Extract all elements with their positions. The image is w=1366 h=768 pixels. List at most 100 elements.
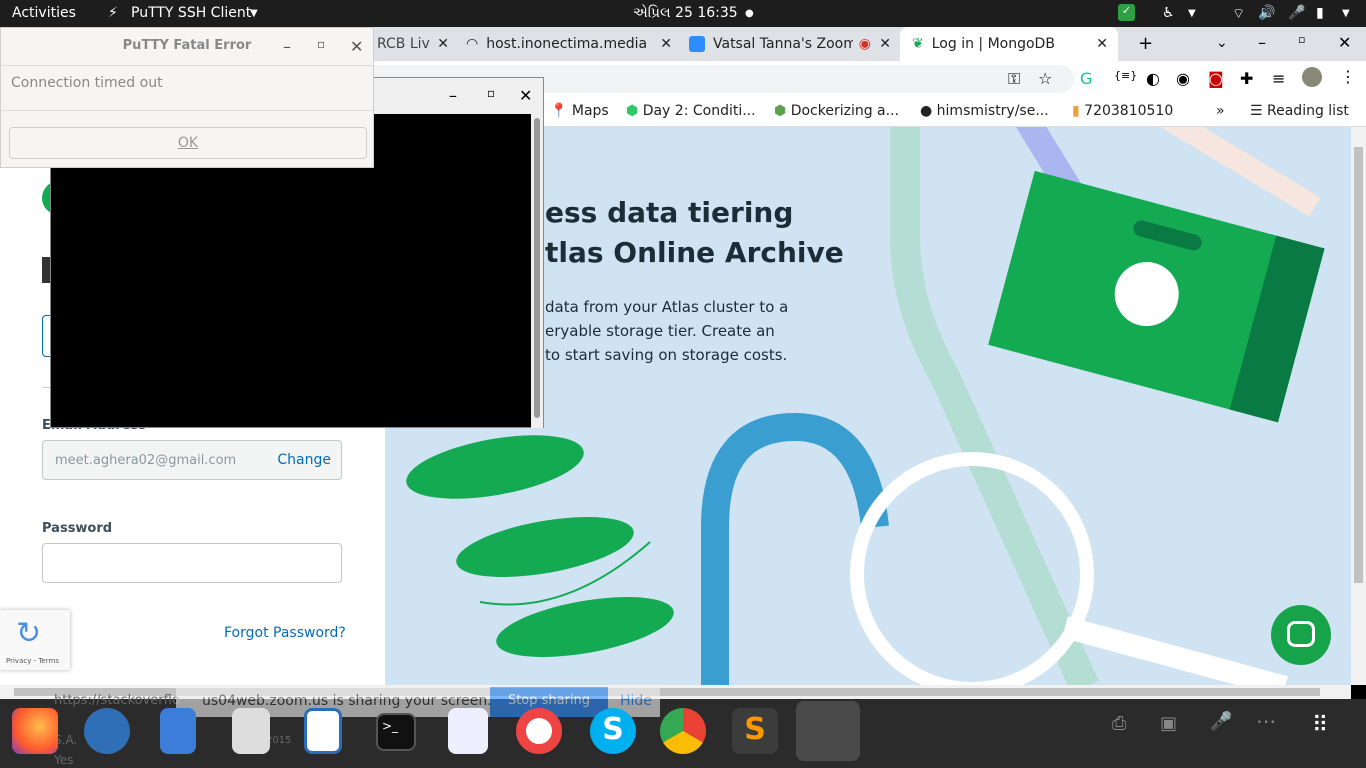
file-cabinet-icon[interactable] — [160, 708, 196, 754]
promo-title-line2: tlas Online Archive — [545, 236, 844, 269]
email-field[interactable]: meet.aghera02@gmail.com Change — [42, 440, 342, 480]
ok-button[interactable]: OK — [9, 127, 367, 159]
bookmarks-overflow-icon[interactable]: » — [1216, 103, 1225, 119]
forgot-password-link[interactable]: Forgot Password? — [224, 625, 346, 641]
change-email-link[interactable]: Change — [277, 452, 331, 468]
tab-search-icon[interactable]: ⌄ — [1216, 35, 1228, 51]
taskbar-dock: https://stackoverflo S.A. Yes 6-2015 us0… — [0, 687, 1366, 768]
notification-dot-icon: ● — [745, 8, 754, 19]
loading-icon: ◠ — [466, 36, 479, 52]
window-icon[interactable]: ▣ — [1160, 713, 1177, 734]
reading-list-icon: ☰ — [1250, 103, 1263, 119]
mongodb-leaf-icon: ❦ — [912, 36, 924, 52]
hide-button[interactable]: Hide — [620, 693, 652, 709]
chevron-down-icon[interactable]: ▼ — [1342, 8, 1350, 19]
avatar[interactable] — [1302, 67, 1322, 87]
behind-url: https://stackoverflo — [54, 693, 180, 708]
putty-dock-icon[interactable] — [796, 701, 860, 761]
firefox-icon[interactable] — [12, 708, 58, 754]
scrollbar-thumb[interactable] — [534, 118, 540, 418]
bookmark-github[interactable]: ● himsmistry/se... — [920, 103, 1049, 119]
chevron-down-icon[interactable]: ▼ — [1188, 8, 1196, 19]
recaptcha-terms[interactable]: Privacy - Terms — [6, 657, 59, 665]
minimize-icon[interactable]: – — [1258, 33, 1266, 52]
app-menu[interactable]: PuTTY SSH Client — [131, 5, 251, 21]
chat-button[interactable] — [1271, 605, 1331, 665]
wifi-icon[interactable]: ⌔ — [1232, 5, 1245, 23]
new-tab-icon[interactable]: + — [1138, 33, 1153, 54]
json-extension-icon[interactable]: {≡} — [1114, 69, 1137, 82]
extension-icon[interactable]: ◉ — [1176, 69, 1190, 88]
skype-icon[interactable]: S — [590, 708, 636, 754]
github-icon: ● — [920, 103, 933, 119]
minimize-icon[interactable]: – — [449, 86, 457, 105]
sublime-text-icon[interactable]: S — [732, 708, 778, 754]
scrollbar-thumb[interactable] — [1354, 147, 1363, 583]
system-top-bar: Activities ⚡ PuTTY SSH Client ▼ એપ્રિલ 2… — [0, 0, 1366, 27]
writer-icon[interactable] — [304, 708, 342, 754]
promo-body-line3: to start saving on storage costs. — [545, 346, 788, 364]
rhythmbox-icon[interactable] — [232, 708, 270, 754]
menu-icon[interactable]: ⋮ — [1340, 67, 1356, 86]
promo-body: data from your Atlas cluster to a eryabl… — [545, 295, 788, 367]
extension-icon[interactable]: ◙ — [1208, 69, 1224, 88]
chevron-down-icon[interactable]: ▼ — [250, 8, 258, 19]
close-icon[interactable]: ✕ — [437, 36, 449, 52]
behind-yes: Yes — [54, 753, 74, 767]
help-icon[interactable] — [516, 708, 562, 754]
tab-host[interactable]: ◠ host.inonectima.media ✕ — [466, 27, 672, 61]
maximize-icon[interactable]: ▫ — [317, 37, 325, 51]
accessibility-icon[interactable]: ♿ — [1162, 5, 1175, 21]
tab-zoom[interactable]: Vatsal Tanna's Zoom ◉ ✕ — [689, 27, 891, 61]
close-icon[interactable]: ✕ — [350, 37, 363, 56]
screenshot-icon[interactable]: ⎙ — [1112, 713, 1126, 734]
maximize-icon[interactable]: ▫ — [487, 86, 495, 100]
tab-mongodb[interactable]: ❦ Log in | MongoDB ✕ — [900, 27, 1118, 61]
maximize-icon[interactable]: ▫ — [1298, 33, 1305, 46]
minimize-icon[interactable]: – — [283, 37, 291, 56]
terminal-icon[interactable]: >_ — [376, 713, 416, 751]
promo-title: ess data tiering tlas Online Archive — [545, 193, 844, 273]
microphone-icon[interactable]: 🎤 — [1210, 711, 1232, 732]
reading-list[interactable]: ☰ Reading list — [1250, 103, 1349, 119]
bookmark-maps[interactable]: 📍 Maps — [550, 103, 609, 119]
star-icon[interactable]: ☆ — [1038, 69, 1052, 88]
close-icon[interactable]: ✕ — [519, 86, 532, 105]
vertical-scrollbar[interactable] — [1351, 127, 1366, 685]
bookmark-docker[interactable]: ⬢ Dockerizing a... — [774, 103, 899, 119]
recaptcha-badge[interactable]: ↻ Privacy - Terms — [0, 610, 70, 670]
nodejs-icon: ⬢ — [774, 103, 787, 119]
bookmark-icon: ▮ — [1072, 103, 1080, 119]
close-icon[interactable]: ✕ — [879, 36, 891, 52]
close-window-icon[interactable]: ✕ — [1338, 33, 1351, 52]
more-icon[interactable]: ⋯ — [1256, 709, 1276, 733]
grammarly-icon[interactable]: G — [1080, 69, 1092, 88]
battery-icon[interactable]: ▮ — [1316, 5, 1324, 21]
password-label: Password — [42, 521, 113, 536]
thunderbird-icon[interactable] — [84, 708, 130, 754]
divider — [1, 110, 373, 111]
software-center-icon[interactable] — [448, 708, 488, 754]
password-field[interactable] — [42, 543, 342, 583]
close-icon[interactable]: ✕ — [1096, 36, 1108, 52]
extension-icon[interactable]: ◐ — [1146, 69, 1160, 88]
promo-title-line1: ess data tiering — [545, 196, 794, 229]
activities-button[interactable]: Activities — [12, 5, 76, 21]
puzzle-icon[interactable]: ✚ — [1240, 69, 1253, 88]
volume-icon[interactable]: 🔊 — [1258, 5, 1275, 21]
close-icon[interactable]: ✕ — [660, 36, 672, 52]
putty-error-dialog: PuTTY Fatal Error – ▫ ✕ Connection timed… — [0, 27, 374, 168]
bookmark-day2[interactable]: ⬢ Day 2: Conditi... — [626, 103, 756, 119]
app-grid-icon[interactable]: ⠿ — [1312, 713, 1330, 738]
media-icon[interactable]: ≡ — [1272, 69, 1285, 88]
divider — [1, 65, 373, 66]
zoom-icon — [689, 36, 705, 52]
terminal-scrollbar[interactable] — [531, 114, 543, 428]
clock[interactable]: એપ્રિલ 25 16:35 — [633, 5, 738, 21]
microphone-icon[interactable]: 🎤 — [1288, 5, 1305, 21]
chrome-icon[interactable] — [660, 708, 706, 754]
key-icon[interactable]: ⚿ — [1008, 69, 1020, 89]
bookmark-phone[interactable]: ▮ 7203810510 — [1072, 103, 1173, 119]
check-icon[interactable]: ✓ — [1118, 4, 1135, 21]
tab-rcb[interactable]: RCB Liv ✕ — [377, 27, 449, 61]
